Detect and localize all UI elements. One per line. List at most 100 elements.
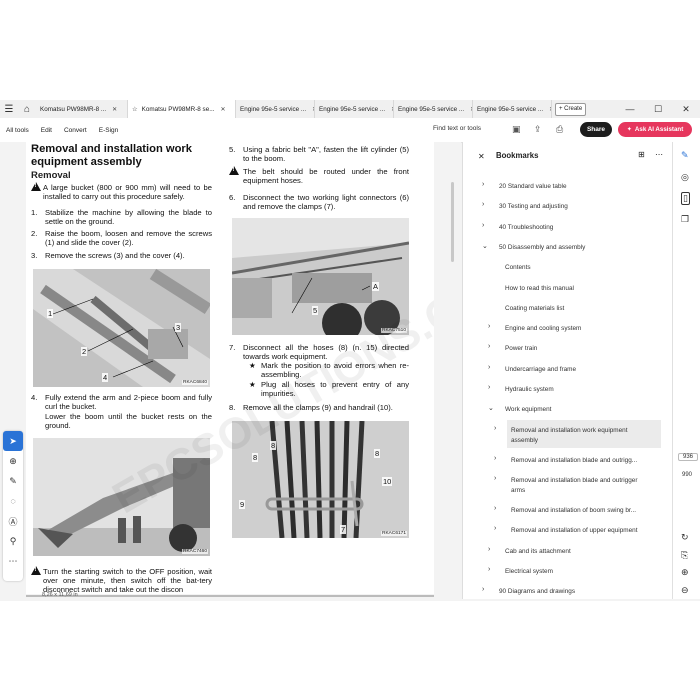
chevron-right-icon[interactable]: ›	[494, 475, 496, 482]
save-icon[interactable]: ▣	[512, 124, 521, 135]
bookmark-item[interactable]: › Engine and cooling system	[463, 318, 673, 338]
zoom-in-icon[interactable]: ⊕	[681, 567, 689, 578]
bookmark-add-icon[interactable]: ⊞	[638, 150, 645, 159]
comment-icon[interactable]: ⊕	[3, 451, 23, 471]
print-icon[interactable]: ⎙	[556, 124, 563, 135]
pages-icon[interactable]: ❐	[681, 214, 689, 225]
tab-label: Engine 95e-5 service ...	[240, 105, 307, 113]
chevron-right-icon[interactable]: ›	[488, 566, 490, 573]
bookmark-label-line: Removal and installation of boom swing b…	[511, 506, 637, 514]
edit-pdf-icon[interactable]: ✎	[681, 150, 689, 161]
scroll-thumb[interactable]	[451, 182, 454, 262]
current-page-input[interactable]: 936	[678, 453, 698, 461]
chevron-right-icon[interactable]: ›	[488, 323, 490, 330]
chevron-right-icon[interactable]: ›	[482, 201, 484, 208]
chevron-down-icon[interactable]: ⌄	[488, 404, 494, 412]
bookmark-item[interactable]: › Removal and installation blade and outr…	[463, 470, 673, 498]
select-cursor-icon[interactable]: ➤	[3, 431, 23, 451]
chevron-right-icon[interactable]: ›	[494, 455, 496, 462]
ask-ai-assistant-button[interactable]: ✦ Ask AI Assistant	[618, 122, 692, 137]
menu-convert[interactable]: Convert	[64, 127, 87, 134]
bookmark-item[interactable]: › Electrical system	[463, 561, 673, 581]
create-tab-button[interactable]: + Create	[555, 102, 587, 116]
upload-icon[interactable]: ⇪	[534, 124, 542, 135]
vertical-scrollbar[interactable]	[451, 142, 455, 594]
lasso-icon[interactable]: ◌	[3, 491, 23, 511]
tab-komatsu-2[interactable]: ☆ Komatsu PW98MR-8 se... ✕	[128, 100, 236, 118]
tab-engine-1[interactable]: Engine 95e-5 service ...✕	[236, 100, 315, 118]
chevron-right-icon[interactable]: ›	[488, 546, 490, 553]
bookmark-label-line: Removal and installation blade and outri…	[511, 476, 638, 484]
bookmark-item[interactable]: ⌄ 50 Disassembly and assembly	[463, 237, 673, 257]
bookmark-item[interactable]: ⌄ Work equipment	[463, 399, 673, 419]
bookmark-label: Engine and cooling system	[505, 324, 581, 334]
tab-engine-2[interactable]: Engine 95e-5 service ...✕	[315, 100, 394, 118]
tab-engine-3[interactable]: Engine 95e-5 service ...✕	[394, 100, 473, 118]
zoom-out-icon[interactable]: ⊖	[681, 585, 689, 596]
bookmark-item[interactable]: › Removal and installation of upper equip…	[463, 520, 673, 540]
tab-engine-4[interactable]: Engine 95e-5 service ... ✕	[473, 100, 552, 118]
warning-text-2: The belt should be routed under the fron…	[243, 167, 409, 186]
text-box-icon[interactable]: Ⓐ	[3, 511, 23, 531]
close-icon[interactable]: ✕	[478, 152, 485, 161]
close-icon[interactable]: ✕	[549, 106, 551, 113]
bookmark-label: 90 Diagrams and drawings	[499, 587, 575, 597]
pen-icon[interactable]: ✎	[3, 471, 23, 491]
section-subheading: Removal	[31, 170, 71, 181]
chevron-right-icon[interactable]: ›	[482, 222, 484, 229]
bookmark-item[interactable]: › Hydraulic system	[463, 379, 673, 399]
chevron-right-icon[interactable]: ›	[488, 364, 490, 371]
horizontal-scrollbar[interactable]	[26, 595, 434, 597]
document-viewport[interactable]: Removal and installation work equipment …	[0, 142, 461, 599]
bookmark-item[interactable]: › 40 Troubleshooting	[463, 217, 673, 237]
tab-komatsu-1[interactable]: Komatsu PW98MR-8 ... ✕	[36, 100, 128, 118]
bookmark-item[interactable]: › Cab and its attachment	[463, 541, 673, 561]
bookmark-item[interactable]: › Removal and installation blade and outr…	[463, 450, 673, 470]
more-options-icon[interactable]: ⋯	[655, 150, 663, 159]
chevron-down-icon[interactable]: ⌄	[482, 242, 488, 250]
chevron-right-icon[interactable]: ›	[482, 586, 484, 593]
bookmarks-header: ✕ Bookmarks ⊞ ⋯	[463, 142, 673, 170]
bookmark-item[interactable]: How to read this manual	[463, 278, 673, 298]
extract-icon[interactable]: ⎘	[681, 550, 688, 561]
bookmark-item[interactable]: › 30 Testing and adjusting	[463, 196, 673, 216]
chevron-right-icon[interactable]: ›	[488, 384, 490, 391]
close-window-icon[interactable]: ✕	[672, 104, 700, 115]
close-icon[interactable]: ✕	[112, 106, 117, 113]
bookmark-label-line: Undercarriage and frame	[505, 365, 577, 373]
right-rail: ✎ ◎ ▯ ❐ 936 990 ↻ ⎘ ⊕ ⊖	[672, 142, 700, 599]
more-options-icon[interactable]: ⋯	[3, 551, 23, 571]
menu-icon[interactable]: ☰	[0, 100, 18, 118]
stamp-icon[interactable]: ⚲	[3, 531, 23, 551]
find-text-input[interactable]: Find text or tools	[433, 125, 481, 132]
figure-id: RKAC6171	[381, 531, 407, 536]
bookmark-label-line: Engine and cooling system	[505, 325, 582, 333]
share-button[interactable]: Share	[580, 122, 612, 137]
bookmark-item[interactable]: Contents	[463, 257, 673, 277]
chevron-right-icon[interactable]: ›	[494, 425, 496, 432]
bookmark-item[interactable]: › 20 Standard value table	[463, 176, 673, 196]
menu-esign[interactable]: E-Sign	[99, 127, 119, 134]
rotate-icon[interactable]: ↻	[681, 532, 689, 543]
bookmark-item[interactable]: › Removal and installation of boom swing …	[463, 500, 673, 520]
star-icon[interactable]: ☆	[132, 106, 138, 113]
bookmark-item[interactable]: › Power train	[463, 338, 673, 358]
bookmark-item[interactable]: › Removal and installation work equipment…	[494, 419, 661, 448]
minimize-icon[interactable]: —	[616, 104, 644, 115]
callout-label: A	[372, 282, 380, 291]
bookmark-item[interactable]: › Undercarriage and frame	[463, 359, 673, 379]
chevron-right-icon[interactable]: ›	[494, 525, 496, 532]
home-icon[interactable]: ⌂	[18, 100, 36, 118]
close-icon[interactable]: ✕	[220, 106, 225, 113]
bookmark-item[interactable]: Coating materials list	[463, 298, 673, 318]
maximize-icon[interactable]: ☐	[644, 104, 672, 115]
warning-text-bottom: Turn the starting switch to the OFF posi…	[43, 567, 212, 594]
chevron-right-icon[interactable]: ›	[494, 505, 496, 512]
menu-all-tools[interactable]: All tools	[6, 127, 29, 134]
menu-edit[interactable]: Edit	[41, 127, 52, 134]
bookmark-item[interactable]: › 90 Diagrams and drawings	[463, 581, 673, 601]
chevron-right-icon[interactable]: ›	[488, 343, 490, 350]
bookmark-panel-icon[interactable]: ▯	[681, 192, 690, 205]
comment-icon[interactable]: ◎	[681, 172, 689, 183]
chevron-right-icon[interactable]: ›	[482, 181, 484, 188]
